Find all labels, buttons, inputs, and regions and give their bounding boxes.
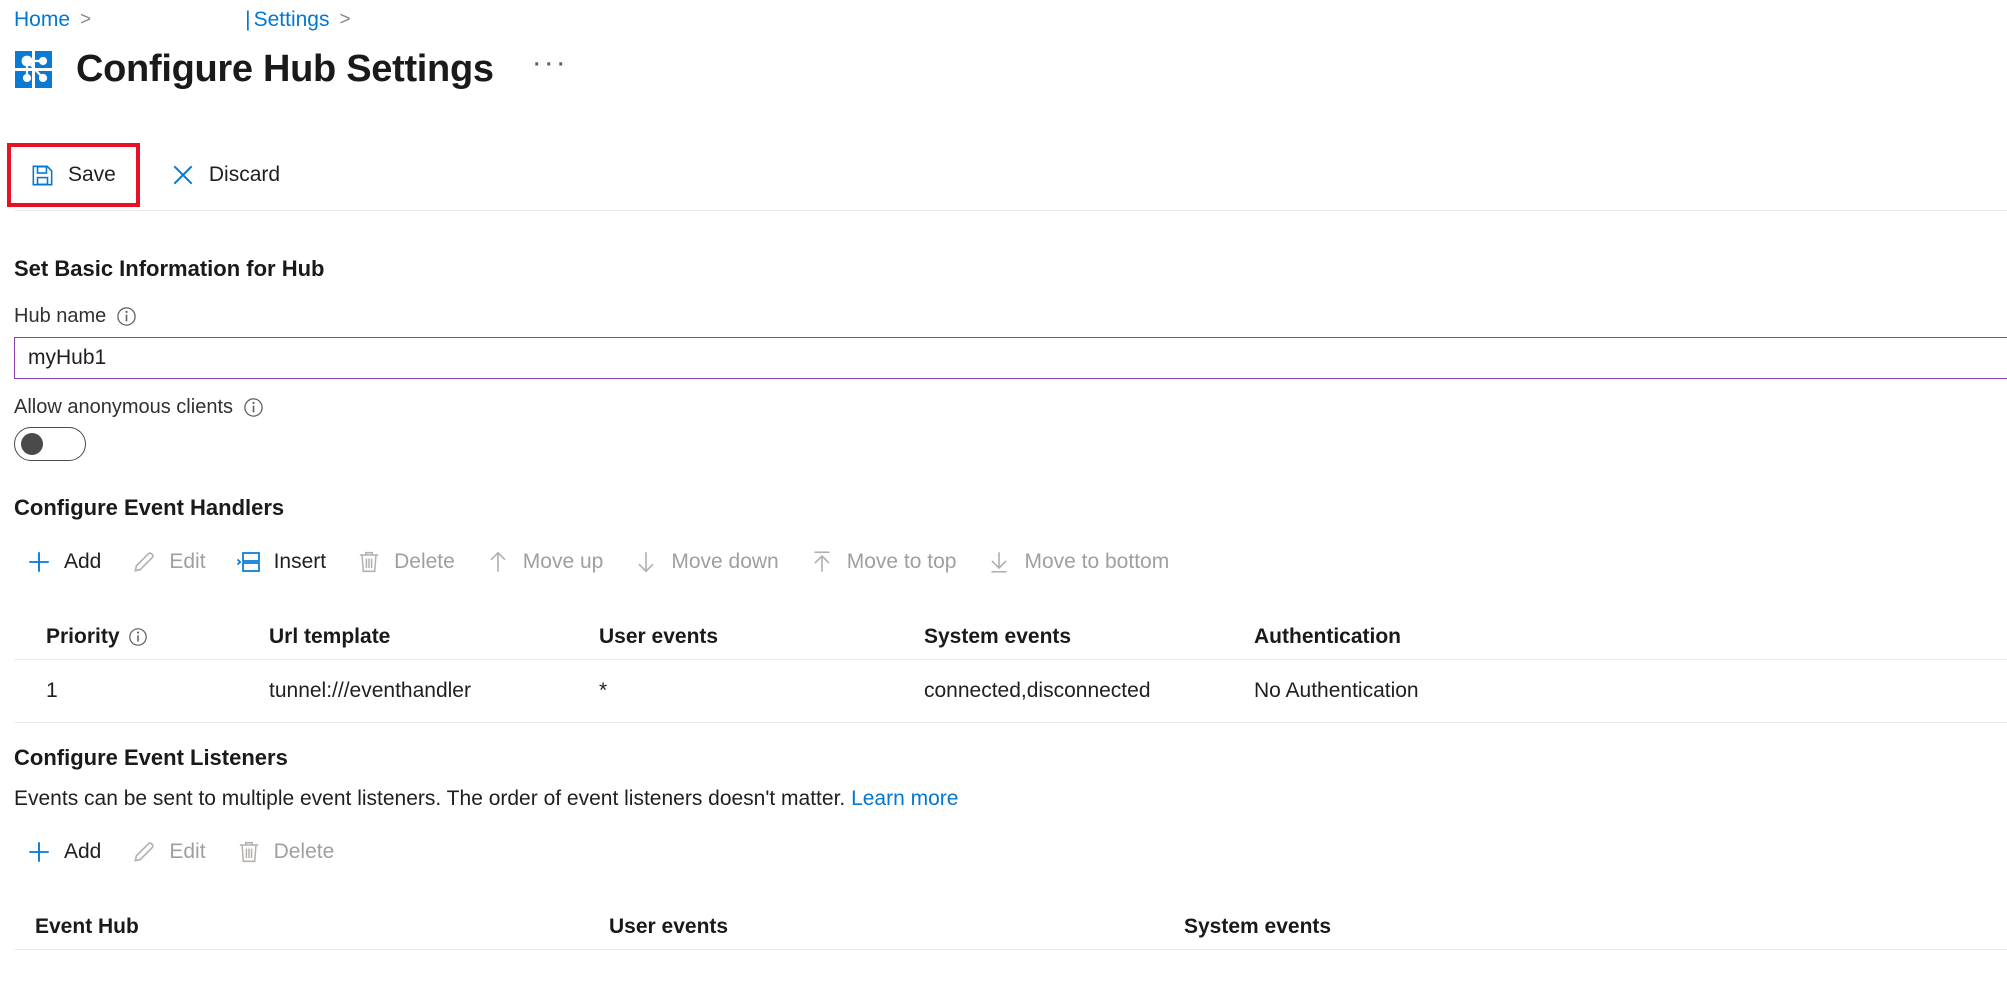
trash-icon: [236, 839, 262, 865]
column-header-authentication: Authentication: [1254, 625, 2007, 649]
arrow-down-icon: [633, 549, 659, 575]
handlers-insert-button[interactable]: Insert: [224, 543, 345, 581]
pencil-icon: [131, 839, 157, 865]
section-heading-basic-info: Set Basic Information for Hub: [14, 256, 324, 282]
breadcrumb-home[interactable]: Home: [14, 6, 70, 34]
plus-icon: [26, 839, 52, 865]
cell-user-events: *: [599, 679, 924, 703]
event-listeners-description: Events can be sent to multiple event lis…: [14, 787, 958, 811]
table-header-row: Event Hub User events System events: [14, 905, 2007, 949]
listeners-add-label: Add: [64, 840, 101, 864]
table-header-row: Priority Url template User events System…: [14, 615, 2007, 659]
save-label: Save: [68, 163, 116, 187]
info-icon[interactable]: [128, 627, 149, 648]
listeners-edit-label: Edit: [169, 840, 205, 864]
handlers-add-label: Add: [64, 550, 101, 574]
hub-name-label: Hub name: [14, 305, 137, 328]
handlers-delete-button[interactable]: Delete: [344, 543, 473, 581]
learn-more-link[interactable]: Learn more: [851, 787, 958, 810]
listeners-delete-button[interactable]: Delete: [224, 833, 353, 871]
event-listeners-toolbar: Add Edit Delete: [14, 833, 352, 871]
breadcrumb-chevron-icon-2: >: [340, 6, 351, 34]
handlers-delete-label: Delete: [394, 550, 455, 574]
event-handlers-toolbar: Add Edit Insert: [14, 543, 1187, 581]
command-bar-divider: [14, 210, 2007, 211]
plus-icon: [26, 549, 52, 575]
section-heading-event-handlers: Configure Event Handlers: [14, 495, 284, 521]
handlers-add-button[interactable]: Add: [14, 543, 119, 581]
discard-button[interactable]: Discard: [156, 146, 294, 204]
info-icon[interactable]: [116, 306, 137, 327]
event-listeners-table: Event Hub User events System events: [14, 905, 2007, 950]
overflow-menu-icon[interactable]: ···: [532, 53, 568, 87]
hub-name-input[interactable]: [14, 337, 2007, 379]
command-bar: Save Discard: [0, 142, 2007, 208]
column-header-url-template: Url template: [269, 625, 599, 649]
table-header-divider: [14, 949, 2007, 950]
allow-anonymous-label: Allow anonymous clients: [14, 396, 264, 419]
breadcrumb-pipe: |: [245, 6, 250, 34]
close-x-icon: [170, 162, 196, 188]
handlers-move-to-top-button[interactable]: Move to top: [797, 543, 975, 581]
discard-label: Discard: [209, 163, 280, 187]
column-header-system-events: System events: [924, 625, 1254, 649]
handlers-move-down-label: Move down: [671, 550, 778, 574]
insert-rows-icon: [236, 549, 262, 575]
column-header-priority-text: Priority: [46, 625, 120, 649]
trash-icon: [356, 549, 382, 575]
save-button[interactable]: Save: [7, 143, 140, 207]
web-pubsub-icon: [14, 50, 54, 90]
handlers-move-up-label: Move up: [523, 550, 604, 574]
breadcrumb-settings[interactable]: Settings: [254, 6, 330, 34]
handlers-move-to-bottom-button[interactable]: Move to bottom: [974, 543, 1187, 581]
column-header-priority: Priority: [14, 625, 269, 649]
breadcrumb-chevron-icon: >: [80, 6, 91, 34]
cell-authentication: No Authentication: [1254, 679, 2007, 703]
breadcrumb: Home > | Settings >: [14, 6, 360, 34]
listeners-edit-button[interactable]: Edit: [119, 833, 223, 871]
info-icon[interactable]: [243, 397, 264, 418]
arrow-to-top-icon: [809, 549, 835, 575]
column-header-event-hub: Event Hub: [14, 915, 609, 939]
column-header-user-events: User events: [609, 915, 1184, 939]
azure-portal-blade: Home > | Settings > Configure Hub Settin…: [0, 0, 2007, 1005]
save-floppy-icon: [29, 162, 55, 188]
pencil-icon: [131, 549, 157, 575]
section-heading-event-listeners: Configure Event Listeners: [14, 745, 288, 771]
handlers-move-to-top-label: Move to top: [847, 550, 957, 574]
page-header: Configure Hub Settings ···: [14, 48, 568, 91]
handlers-move-up-button[interactable]: Move up: [473, 543, 622, 581]
hub-name-label-text: Hub name: [14, 305, 106, 328]
handlers-edit-button[interactable]: Edit: [119, 543, 223, 581]
table-row[interactable]: 1 tunnel:///eventhandler * connected,dis…: [14, 660, 2007, 722]
handlers-insert-label: Insert: [274, 550, 327, 574]
column-header-system-events: System events: [1184, 915, 2007, 939]
handlers-move-to-bottom-label: Move to bottom: [1024, 550, 1169, 574]
handlers-edit-label: Edit: [169, 550, 205, 574]
table-row-divider: [14, 722, 2007, 723]
listeners-delete-label: Delete: [274, 840, 335, 864]
arrow-up-icon: [485, 549, 511, 575]
arrow-to-bottom-icon: [986, 549, 1012, 575]
allow-anonymous-toggle[interactable]: [14, 427, 86, 461]
allow-anonymous-label-text: Allow anonymous clients: [14, 396, 233, 419]
cell-system-events: connected,disconnected: [924, 679, 1254, 703]
handlers-move-down-button[interactable]: Move down: [621, 543, 796, 581]
page-title: Configure Hub Settings: [76, 48, 494, 91]
column-header-user-events: User events: [599, 625, 924, 649]
event-handlers-table: Priority Url template User events System…: [14, 615, 2007, 723]
listeners-add-button[interactable]: Add: [14, 833, 119, 871]
cell-url-template: tunnel:///eventhandler: [269, 679, 599, 703]
cell-priority: 1: [14, 679, 269, 703]
toggle-knob: [21, 433, 43, 455]
event-listeners-description-text: Events can be sent to multiple event lis…: [14, 787, 845, 810]
